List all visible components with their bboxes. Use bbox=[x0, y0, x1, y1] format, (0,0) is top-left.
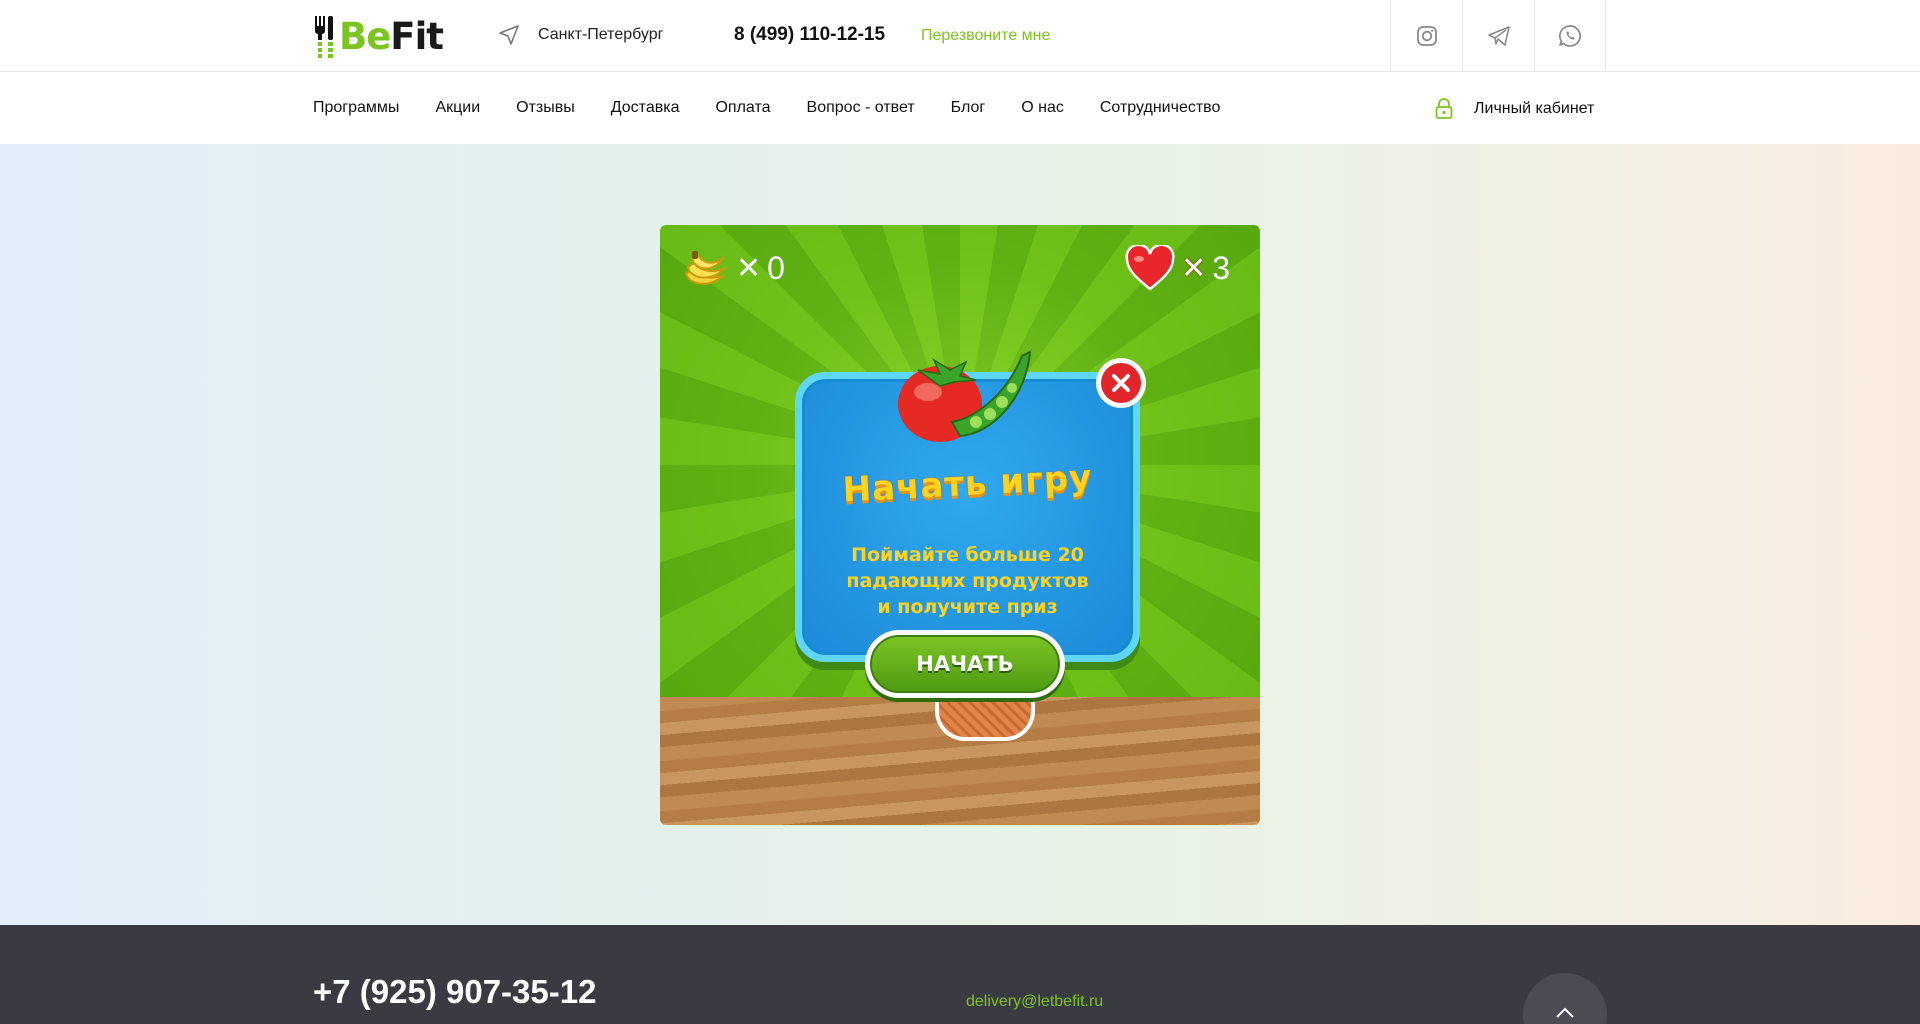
logo-text: BeFit bbox=[339, 15, 444, 58]
score-counter: ✕ 0 bbox=[680, 245, 785, 291]
lock-icon bbox=[1435, 98, 1453, 119]
start-button-label: НАЧАТЬ bbox=[916, 652, 1014, 676]
description-line: и получите приз bbox=[877, 596, 1058, 618]
telegram-icon bbox=[1487, 26, 1510, 46]
tomato-pea-illustration bbox=[898, 350, 1032, 442]
nav-item-cooperation[interactable]: Сотрудничество bbox=[1100, 99, 1221, 117]
nav-item-faq[interactable]: Вопрос - ответ bbox=[807, 99, 915, 117]
fork-logo-icon bbox=[315, 16, 333, 58]
logo[interactable]: BeFit bbox=[313, 15, 444, 58]
main-navigation: Программы Акции Отзывы Доставка Оплата В… bbox=[0, 72, 1920, 144]
top-header: BeFit Санкт-Петербург 8 (499) 110-12-15 … bbox=[0, 0, 1920, 72]
lives-counter: ✕ 3 bbox=[1125, 245, 1230, 291]
telegram-button[interactable] bbox=[1462, 0, 1534, 72]
heart-icon bbox=[1125, 245, 1175, 291]
footer-phone[interactable]: +7 (925) 907-35-12 bbox=[313, 973, 596, 1011]
score-value: 0 bbox=[767, 249, 785, 286]
multiply-icon: ✕ bbox=[736, 251, 762, 285]
instagram-icon bbox=[1416, 26, 1437, 46]
dialog-title: Начать игру bbox=[841, 457, 1094, 511]
nav-item-delivery[interactable]: Доставка bbox=[611, 99, 680, 117]
close-icon bbox=[1101, 363, 1141, 403]
nav-item-about[interactable]: О нас bbox=[1021, 99, 1064, 117]
start-game-button[interactable]: НАЧАТЬ bbox=[865, 630, 1065, 698]
city-selector[interactable]: Санкт-Петербург bbox=[498, 24, 663, 46]
social-links bbox=[1390, 0, 1606, 72]
header-phone[interactable]: 8 (499) 110-12-15 bbox=[734, 24, 885, 46]
whatsapp-button[interactable] bbox=[1534, 0, 1606, 72]
nav-item-blog[interactable]: Блог bbox=[951, 99, 986, 117]
nav-item-programs[interactable]: Программы bbox=[313, 99, 399, 117]
description-line: падающих продуктов bbox=[846, 570, 1089, 592]
nav-item-payment[interactable]: Оплата bbox=[715, 99, 770, 117]
callback-link[interactable]: Перезвоните мне bbox=[921, 27, 1050, 45]
whatsapp-icon bbox=[1559, 25, 1581, 47]
banana-icon bbox=[684, 251, 727, 285]
multiply-icon: ✕ bbox=[1181, 251, 1207, 285]
basket bbox=[935, 701, 1035, 741]
personal-account-label: Личный кабинет bbox=[1474, 100, 1595, 117]
nav-menu: Программы Акции Отзывы Доставка Оплата В… bbox=[313, 72, 1256, 144]
start-button-body: НАЧАТЬ bbox=[870, 635, 1060, 693]
catch-game[interactable]: ✕ 0 ✕ 3 Начать игру Поймайте больше 20 п… bbox=[660, 225, 1260, 825]
description-line: Поймайте больше 20 bbox=[851, 544, 1084, 566]
footer: +7 (925) 907-35-12 delivery@letbefit.ru bbox=[0, 925, 1920, 1024]
location-arrow-icon bbox=[499, 25, 519, 45]
personal-account-link[interactable]: Личный кабинет bbox=[1435, 98, 1594, 120]
close-dialog-button[interactable] bbox=[1096, 358, 1146, 408]
instagram-button[interactable] bbox=[1390, 0, 1462, 72]
lives-value: 3 bbox=[1212, 249, 1230, 286]
nav-item-reviews[interactable]: Отзывы bbox=[516, 99, 575, 117]
city-name: Санкт-Петербург bbox=[538, 26, 664, 43]
footer-email[interactable]: delivery@letbefit.ru bbox=[966, 993, 1103, 1011]
chevron-up-icon bbox=[1556, 1007, 1574, 1018]
main-content: ✕ 0 ✕ 3 Начать игру Поймайте больше 20 п… bbox=[0, 144, 1920, 925]
scroll-to-top-button[interactable] bbox=[1523, 973, 1607, 1024]
nav-item-promotions[interactable]: Акции bbox=[435, 99, 480, 117]
dialog-description: Поймайте больше 20 падающих продуктов и … bbox=[825, 542, 1110, 620]
